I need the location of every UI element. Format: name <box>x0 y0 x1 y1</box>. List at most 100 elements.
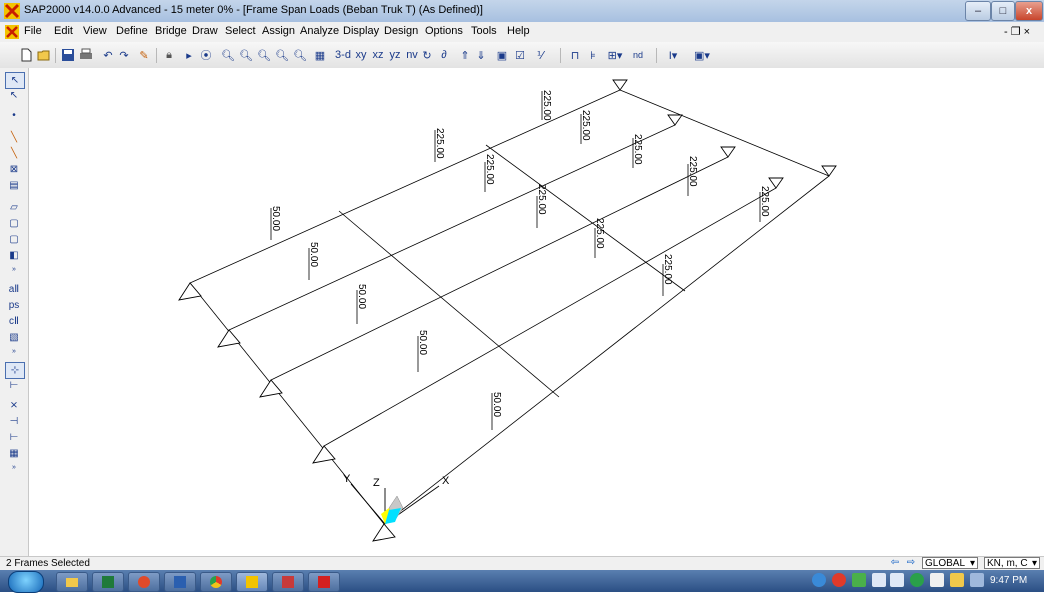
coordinate-system-select[interactable]: GLOBAL ▾ <box>922 557 978 569</box>
draw-joint-tool[interactable]: • <box>5 108 23 123</box>
snap-points-tool[interactable]: ⊹ <box>5 362 25 379</box>
document-icon[interactable] <box>4 24 20 40</box>
perspective-toggle-button[interactable]: ∂ <box>436 46 452 64</box>
load-label-225[interactable]: 225.00 <box>687 156 698 187</box>
taskbar-excel[interactable] <box>92 572 124 592</box>
load-label-225[interactable]: 225.00 <box>536 184 547 215</box>
roller-support[interactable] <box>768 177 784 189</box>
snap-ends-tool[interactable]: ⊢ <box>5 378 23 393</box>
set-display-button[interactable]: ▦ <box>312 46 328 64</box>
display-options-button[interactable]: ▣▾ <box>690 46 714 64</box>
taskbar-chrome[interactable] <box>200 572 232 592</box>
refresh-window-button[interactable]: ✎ <box>136 46 152 64</box>
restore-full-view-button[interactable]: 🔍︎ <box>256 46 272 64</box>
move-down-button[interactable]: ⇓ <box>474 46 488 64</box>
load-label-50[interactable]: 50.00 <box>308 242 319 267</box>
view-nv-button[interactable]: nv <box>405 46 419 64</box>
taskbar-autocad[interactable] <box>272 572 304 592</box>
clear-selection-tool[interactable]: cⅡ <box>5 314 23 329</box>
pin-support[interactable] <box>217 329 241 348</box>
roller-support[interactable] <box>821 165 837 177</box>
get-previous-selection-tool[interactable]: ps <box>5 298 23 313</box>
view-xy-button[interactable]: xy <box>354 46 368 64</box>
zoom-previous-button[interactable]: 🔍︎ <box>274 46 290 64</box>
menu-tools[interactable]: Tools <box>471 25 497 37</box>
view-yz-button[interactable]: yz <box>388 46 402 64</box>
run-analysis-button[interactable]: ▸ <box>182 46 196 64</box>
tray-icon-5[interactable] <box>950 573 964 587</box>
show-deformed-button[interactable]: ⊓ <box>568 46 582 64</box>
tray-icon-4[interactable] <box>910 573 924 587</box>
select-all-tool[interactable]: aⅡ <box>5 282 23 297</box>
show-undeformed-button[interactable]: ⅟ <box>532 46 548 64</box>
pin-support[interactable] <box>372 523 396 542</box>
menu-assign[interactable]: Assign <box>262 25 295 37</box>
network-icon[interactable] <box>872 573 886 587</box>
lock-button[interactable]: 🔒︎ <box>160 46 178 64</box>
menu-define[interactable]: Define <box>116 25 148 37</box>
menu-display[interactable]: Display <box>343 25 379 37</box>
model-view-canvas[interactable]: 225.00 225.00 225.00 225.00 225.00 225.0… <box>29 68 1044 556</box>
girder-line[interactable] <box>189 89 621 284</box>
select-intersecting-tool[interactable]: ▧ <box>5 330 23 345</box>
rubber-band-zoom-button[interactable]: ⦿ <box>198 46 214 64</box>
new-model-button[interactable] <box>18 46 34 64</box>
taskbar-sap2000[interactable] <box>236 572 268 592</box>
load-label-225[interactable]: 225.00 <box>759 186 770 217</box>
rotate-view-button[interactable]: ↻ <box>420 46 434 64</box>
taskbar-acrobat[interactable] <box>308 572 340 592</box>
system-clock[interactable]: 9:47 PM <box>990 575 1027 586</box>
tray-icon-1[interactable] <box>812 573 826 587</box>
minimize-button[interactable]: – <box>965 1 991 21</box>
menu-analyze[interactable]: Analyze <box>300 25 339 37</box>
load-label-225[interactable]: 225.00 <box>580 110 591 141</box>
tray-icon-6[interactable] <box>970 573 984 587</box>
menu-help[interactable]: Help <box>507 25 530 37</box>
maximize-button[interactable]: □ <box>991 1 1015 21</box>
girder-line[interactable] <box>323 187 777 447</box>
cross-beam-line[interactable] <box>189 282 385 525</box>
view-3d-button[interactable]: 3-d <box>334 46 352 64</box>
girder-line[interactable] <box>228 124 676 331</box>
move-up-button[interactable]: ⇑ <box>458 46 472 64</box>
cross-beam-line[interactable] <box>338 210 560 398</box>
volume-icon[interactable] <box>890 573 904 587</box>
roller-support[interactable] <box>667 114 683 126</box>
view-xz-button[interactable]: xz <box>371 46 385 64</box>
taskbar-explorer[interactable] <box>56 572 88 592</box>
snap-perpendicular-tool[interactable]: ⊣ <box>5 414 23 429</box>
pan-button[interactable]: 🔍︎ <box>292 46 308 64</box>
quick-draw-area-tool[interactable]: ▢ <box>5 232 23 247</box>
load-label-225[interactable]: 225.00 <box>594 218 605 249</box>
taskbar-app[interactable] <box>128 572 160 592</box>
pin-support[interactable] <box>178 282 202 301</box>
draw-solid-tool[interactable]: ◧ <box>5 248 23 263</box>
load-label-50[interactable]: 50.00 <box>491 392 502 417</box>
load-label-225[interactable]: 225.00 <box>541 90 552 121</box>
menu-draw[interactable]: Draw <box>192 25 218 37</box>
model-view-svg[interactable]: 225.00 225.00 225.00 225.00 225.00 225.0… <box>29 68 1044 556</box>
show-stress-button[interactable]: ⊞▾ <box>604 46 626 64</box>
flag-icon[interactable] <box>930 573 944 587</box>
pointer-tool[interactable]: ↖ <box>5 72 25 89</box>
roller-support[interactable] <box>612 79 628 91</box>
tray-icon-3[interactable] <box>852 573 866 587</box>
sap2000-app-icon[interactable] <box>4 3 20 19</box>
menu-select[interactable]: Select <box>225 25 256 37</box>
redo-button[interactable]: ↷ <box>116 46 132 64</box>
object-shrink-button[interactable]: ▣ <box>494 46 510 64</box>
close-button[interactable]: x <box>1015 1 1043 21</box>
tray-icon-2[interactable] <box>832 573 846 587</box>
roller-support[interactable] <box>720 146 736 158</box>
print-button[interactable] <box>78 46 94 64</box>
save-button[interactable] <box>60 46 76 64</box>
load-label-225[interactable]: 225.00 <box>484 154 495 185</box>
start-button[interactable] <box>8 571 44 593</box>
menu-design[interactable]: Design <box>384 25 418 37</box>
draw-sections-tool[interactable]: ▤ <box>5 178 23 193</box>
pin-support[interactable] <box>312 445 336 464</box>
previous-view-arrow[interactable]: ⇦ <box>888 557 902 569</box>
draw-poly-area-tool[interactable]: ▱ <box>5 200 23 215</box>
draw-frame-tool[interactable]: ╲ <box>5 130 23 145</box>
open-button[interactable] <box>36 46 52 64</box>
